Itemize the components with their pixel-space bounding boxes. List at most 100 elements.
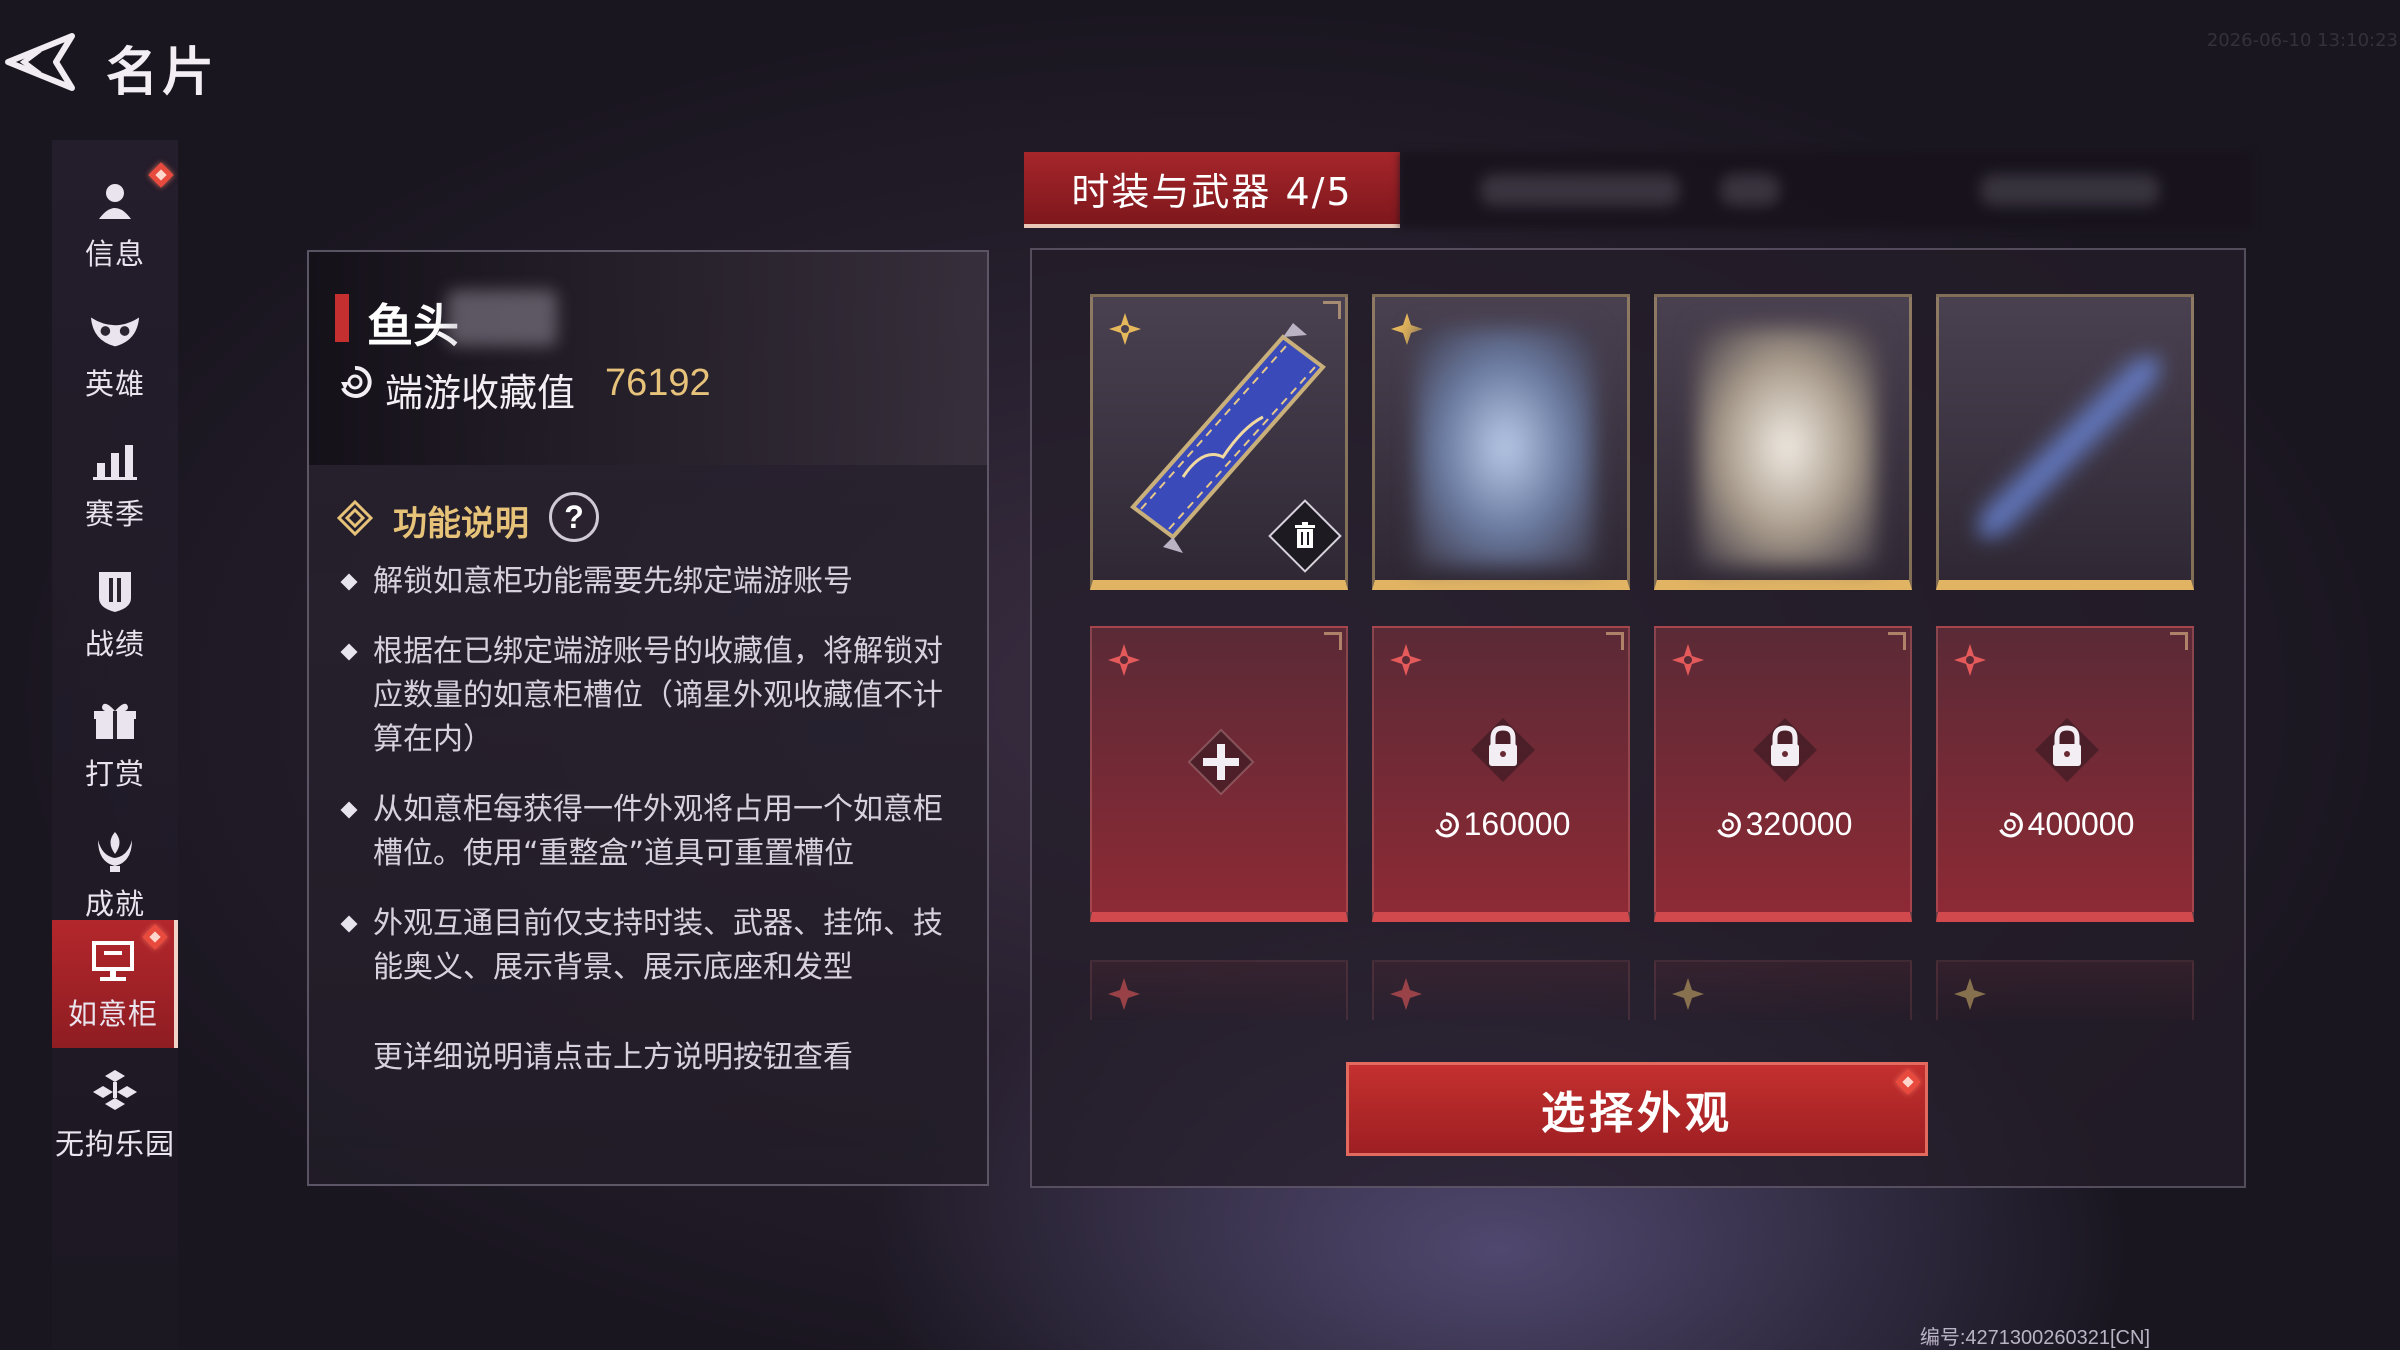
red-flower-icon [1954, 644, 1986, 676]
bullet-icon [340, 801, 358, 819]
sidebar-item-label: 赛季 [84, 497, 145, 531]
collection-value-icon [1998, 812, 2023, 838]
unlock-cost-value: 160000 [1463, 806, 1571, 842]
outfit-image-blurred [1697, 327, 1877, 567]
slot-partial [1372, 960, 1630, 1020]
sidebar-item-heroes[interactable]: 英雄 [52, 290, 178, 418]
slot-locked[interactable]: 400000 [1936, 626, 2194, 922]
collection-label: 端游收藏值 [385, 371, 576, 415]
gold-flower-icon [1954, 978, 1986, 1010]
cabinet-slots-panel: 160000 320000 400000 [1030, 248, 2246, 1188]
info-panel: 鱼头 端游收藏值 76192 功能说明 ? 解锁如意柜功能需要先绑定端游账号 根… [307, 250, 989, 1186]
sidebar-item-label: 成就 [84, 887, 145, 921]
footer-id: 编号:4271300260321[CN] [1919, 1327, 2150, 1349]
lock-icon [1471, 718, 1535, 782]
sidebar-item-achievement[interactable]: 成就 [52, 810, 178, 938]
user-icon [89, 175, 141, 227]
sidebar-item-record[interactable]: 战绩 [52, 550, 178, 678]
list-item-text: 根据在已绑定端游账号的收藏值，将解锁对应数量的如意柜槽位（谪星外观收藏值不计算在… [373, 634, 943, 757]
blocks-icon [89, 1065, 141, 1117]
bar-chart-icon [89, 435, 141, 487]
slot-filled-item[interactable] [1372, 294, 1630, 590]
category-tabs: 时装与武器 4/5 [1024, 152, 2252, 228]
slot-corner-decoration [2170, 632, 2188, 650]
plus-icon [1187, 728, 1255, 796]
timestamp: 2026-06-10 13:10:23 [2206, 30, 2398, 51]
select-appearance-label: 选择外观 [1541, 1088, 1733, 1139]
profile-header: 鱼头 端游收藏值 76192 [309, 252, 987, 465]
red-flower-icon [1108, 644, 1140, 676]
sidebar-item-reward[interactable]: 打赏 [52, 680, 178, 808]
name-redacted-blur [447, 290, 557, 346]
tabs-redacted-blur [1400, 152, 2252, 228]
collection-value-icon [337, 364, 373, 400]
slot-filled-item[interactable] [1936, 294, 2194, 590]
collection-value-icon [1716, 812, 1741, 838]
collection-value-icon [1434, 812, 1459, 838]
unlock-cost: 400000 [1938, 806, 2192, 843]
shield-icon [89, 565, 141, 617]
slot-partial [1654, 960, 1912, 1020]
tab-label: 时装与武器 4/5 [1071, 169, 1353, 214]
red-flower-icon [1108, 978, 1140, 1010]
list-item-text: 从如意柜每获得一件外观将占用一个如意柜槽位。使用“重整盒”道具可重置槽位 [373, 792, 943, 871]
tab-outfit-weapon[interactable]: 时装与武器 4/5 [1024, 152, 1400, 228]
list-item-text: 外观互通目前仅支持时装、武器、挂饰、技能奥义、展示背景、展示底座和发型 [373, 906, 943, 985]
bullet-icon [340, 573, 358, 591]
slot-corner-decoration [1324, 632, 1342, 650]
list-item: 根据在已绑定端游账号的收藏值，将解锁对应数量的如意柜槽位（谪星外观收藏值不计算在… [339, 630, 949, 762]
slot-locked[interactable]: 320000 [1654, 626, 1912, 922]
sidebar-item-label: 如意柜 [67, 997, 158, 1031]
sidebar-item-paradise[interactable]: 无拘乐园 [52, 1050, 178, 1178]
slot-partial [1090, 960, 1348, 1020]
bullet-icon [340, 915, 358, 933]
slot-filled-item[interactable] [1090, 294, 1348, 590]
trophy-icon [89, 825, 141, 877]
gold-flower-icon [1672, 978, 1704, 1010]
notification-badge [142, 924, 168, 950]
lock-icon [1753, 718, 1817, 782]
more-info-text: 更详细说明请点击上方说明按钮查看 [373, 1040, 853, 1075]
unlock-cost: 160000 [1374, 806, 1628, 843]
slot-filled-item[interactable] [1654, 294, 1912, 590]
red-flower-icon [1390, 978, 1422, 1010]
sidebar-item-label: 打赏 [84, 757, 145, 791]
slot-corner-decoration [1888, 632, 1906, 650]
back-arrow-icon [5, 33, 75, 91]
red-flower-icon [1672, 644, 1704, 676]
weapon-image-blurred [1979, 357, 2159, 537]
sidebar-item-ruyi-cabinet[interactable]: 如意柜 [52, 920, 178, 1048]
sidebar-item-info[interactable]: 信息 [52, 160, 178, 288]
list-item-text: 解锁如意柜功能需要先绑定端游账号 [373, 564, 853, 599]
list-item: 解锁如意柜功能需要先绑定端游账号 [339, 560, 949, 604]
slot-locked[interactable]: 160000 [1372, 626, 1630, 922]
help-button[interactable]: ? [549, 492, 599, 542]
list-item: 外观互通目前仅支持时装、武器、挂饰、技能奥义、展示背景、展示底座和发型 [339, 902, 949, 990]
unlock-cost: 320000 [1656, 806, 1910, 843]
page-title: 名片 [106, 43, 219, 103]
name-accent-bar [335, 294, 349, 342]
mask-icon [89, 305, 141, 357]
notification-badge [1895, 1069, 1921, 1095]
select-appearance-button[interactable]: 选择外观 [1346, 1062, 1928, 1156]
cabinet-icon [87, 935, 139, 987]
red-flower-icon [1390, 644, 1422, 676]
back-button[interactable] [0, 28, 80, 96]
unlock-cost-value: 320000 [1745, 806, 1853, 842]
sidebar-item-season[interactable]: 赛季 [52, 420, 178, 548]
collection-value: 76192 [605, 362, 711, 404]
player-name: 鱼头 [367, 299, 459, 353]
sidebar-item-label: 信息 [84, 237, 145, 271]
notification-badge [148, 162, 174, 188]
sidebar-item-label: 无拘乐园 [54, 1127, 175, 1161]
function-info-title: 功能说明 [393, 504, 529, 544]
gift-icon [89, 695, 141, 747]
slot-partial [1936, 960, 2194, 1020]
diamond-icon [336, 499, 374, 537]
bullet-icon [340, 643, 358, 661]
trash-icon [1295, 522, 1315, 548]
list-item: 从如意柜每获得一件外观将占用一个如意柜槽位。使用“重整盒”道具可重置槽位 [339, 788, 949, 876]
outfit-image-blurred [1415, 327, 1595, 567]
slot-add-empty[interactable] [1090, 626, 1348, 922]
description-list: 解锁如意柜功能需要先绑定端游账号 根据在已绑定端游账号的收藏值，将解锁对应数量的… [339, 560, 949, 1016]
